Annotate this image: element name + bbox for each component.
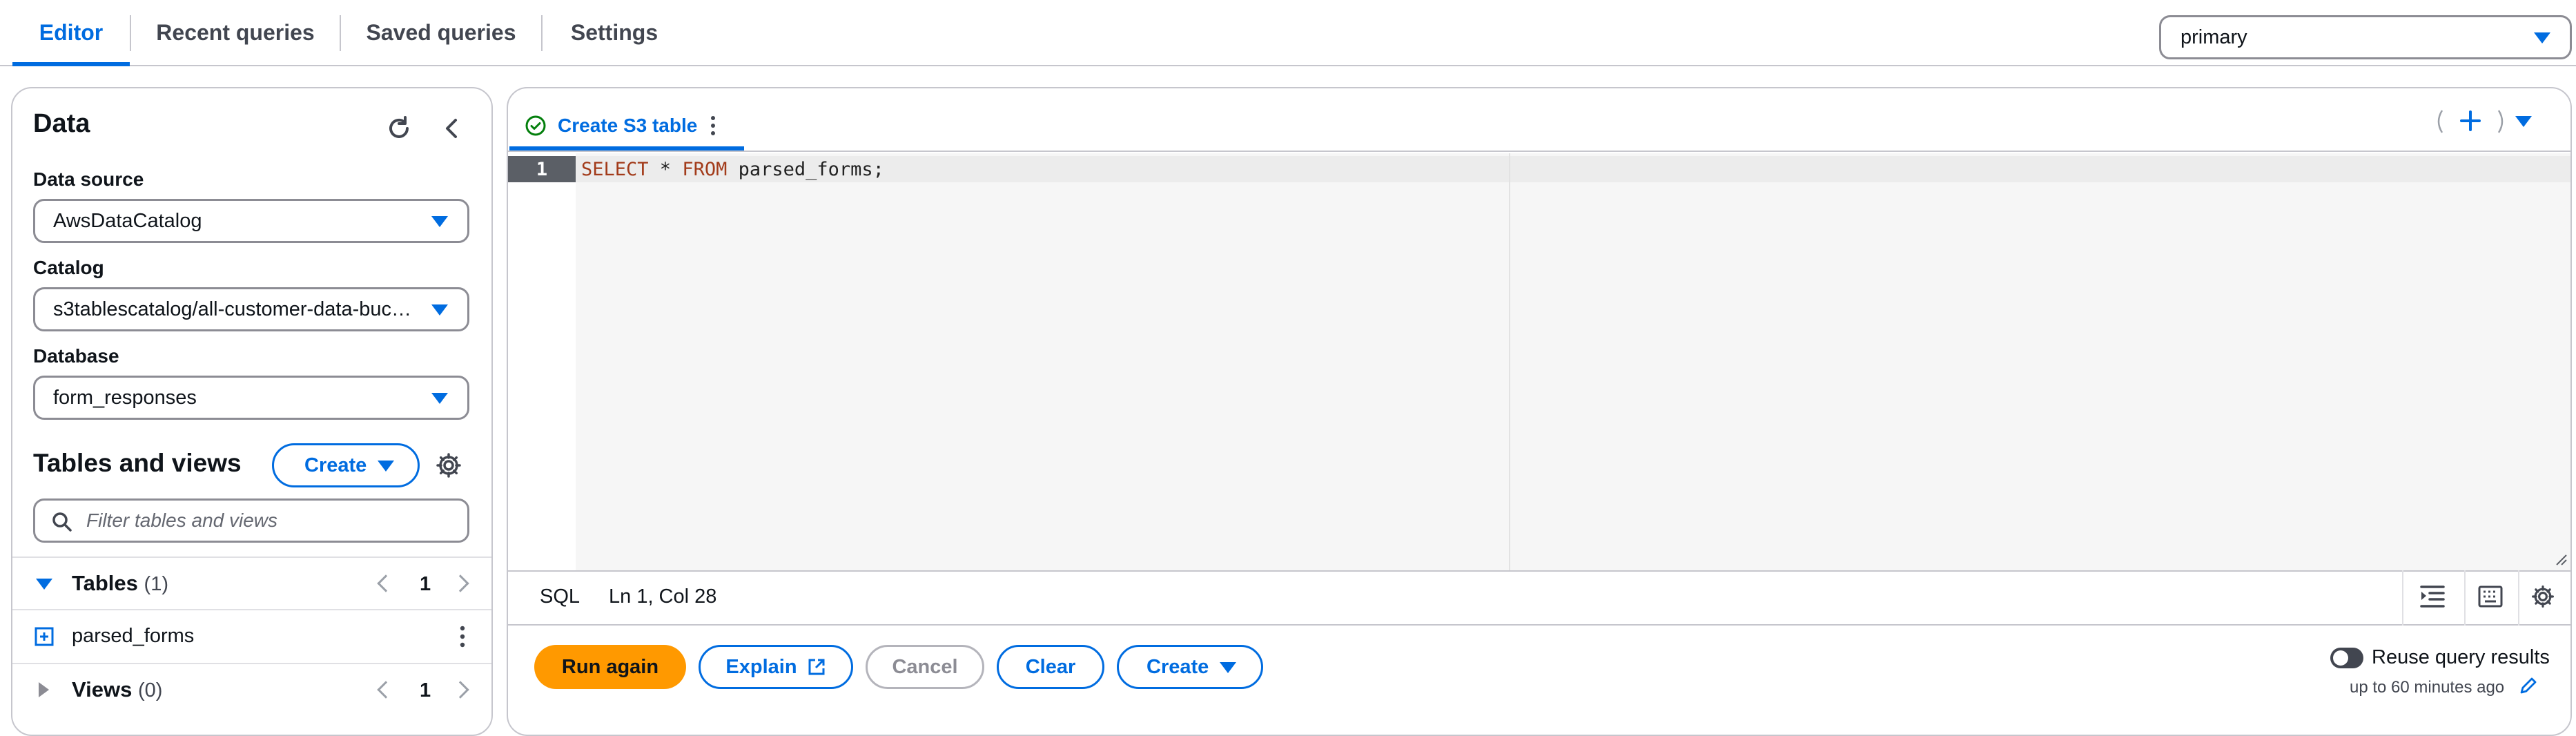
clear-label: Clear <box>1025 655 1076 678</box>
tab-recent-queries-label: Recent queries <box>156 19 315 45</box>
sql-token: parsed_forms; <box>727 158 884 180</box>
chevron-right-icon[interactable] <box>451 681 469 699</box>
query-tab[interactable]: Create S3 table <box>525 104 716 148</box>
cancel-button[interactable]: Cancel <box>866 645 984 689</box>
filter-placeholder: Filter tables and views <box>86 510 278 531</box>
data-panel-title: Data <box>33 109 90 138</box>
code-line[interactable]: SELECT * FROM parsed_forms; <box>581 156 884 182</box>
chevron-right-icon[interactable] <box>451 574 469 592</box>
code-editor[interactable] <box>508 153 2570 570</box>
print-margin <box>1509 153 1510 570</box>
status-separator <box>2518 570 2519 626</box>
sql-token: * <box>648 158 683 180</box>
tables-count: (1) <box>144 573 168 595</box>
keyboard-icon[interactable] <box>2478 585 2503 608</box>
create-table-button[interactable]: Create <box>272 443 420 487</box>
tables-section-label: Tables (1) <box>72 571 168 596</box>
caret-down-icon <box>431 304 448 316</box>
workgroup-select[interactable]: primary <box>2159 15 2572 59</box>
catalog-select[interactable]: s3tablescatalog/all-customer-data-buc… <box>33 287 469 331</box>
line-gutter <box>508 153 576 570</box>
explain-button[interactable]: Explain <box>699 645 853 689</box>
caret-down-icon <box>431 216 448 227</box>
chevron-left-icon[interactable] <box>377 574 395 592</box>
external-link-icon <box>808 659 825 675</box>
scroll-left-icon[interactable] <box>2432 108 2446 135</box>
chevron-left-icon[interactable] <box>377 681 395 699</box>
catalog-value: s3tablescatalog/all-customer-data-buc… <box>53 298 412 320</box>
tab-editor[interactable]: Editor <box>12 0 130 66</box>
tables-page-number: 1 <box>420 573 431 595</box>
expand-plus-icon[interactable] <box>35 627 54 646</box>
tab-editor-label: Editor <box>39 19 104 45</box>
cancel-label: Cancel <box>892 655 958 678</box>
sql-keyword: SELECT <box>581 158 649 180</box>
search-icon <box>52 512 72 532</box>
caret-down-icon <box>378 461 394 472</box>
explain-label: Explain <box>725 655 797 678</box>
query-tab-menu-icon[interactable] <box>710 115 716 137</box>
database-label: Database <box>33 345 119 367</box>
add-query-tab-icon[interactable] <box>2459 109 2482 133</box>
query-tab-label: Create S3 table <box>558 115 698 136</box>
create-button[interactable]: Create <box>1117 645 1263 689</box>
views-label: Views <box>72 677 133 701</box>
run-again-button[interactable]: Run again <box>534 645 686 689</box>
expand-caret-icon <box>39 682 49 697</box>
refresh-icon[interactable] <box>384 113 414 144</box>
database-select[interactable]: form_responses <box>33 376 469 420</box>
catalog-label: Catalog <box>33 257 104 278</box>
clear-button[interactable]: Clear <box>997 645 1104 689</box>
views-count: (0) <box>137 679 163 701</box>
data-source-select[interactable]: AwsDataCatalog <box>33 199 469 243</box>
data-source-value: AwsDataCatalog <box>53 209 202 232</box>
caret-down-icon <box>2534 32 2550 43</box>
editor-settings-gear-icon[interactable] <box>2530 584 2555 609</box>
caret-down-icon <box>431 393 448 404</box>
reuse-results-label: Reuse query results <box>2372 646 2550 668</box>
tab-saved-queries-label: Saved queries <box>366 19 516 45</box>
collapse-panel-icon[interactable] <box>439 115 464 142</box>
success-check-icon <box>525 115 546 136</box>
editor-language: SQL <box>540 585 580 608</box>
reuse-results-window: up to 60 minutes ago <box>2350 678 2505 697</box>
table-row[interactable]: parsed_forms <box>12 610 491 661</box>
tables-and-views-title: Tables and views <box>33 449 242 477</box>
query-tab-bar-border <box>508 151 2570 152</box>
caret-down-icon <box>1220 662 1236 673</box>
tab-settings-label: Settings <box>570 19 658 45</box>
database-value: form_responses <box>53 386 197 409</box>
status-separator <box>2402 570 2403 626</box>
tables-label: Tables <box>72 571 138 595</box>
editor-status-bar <box>508 570 2570 626</box>
create-table-button-label: Create <box>304 454 367 476</box>
resize-handle-icon[interactable] <box>2554 552 2568 566</box>
workgroup-value: primary <box>2180 26 2247 48</box>
views-section-header[interactable]: Views (0) 1 <box>12 664 491 715</box>
scroll-right-icon[interactable] <box>2495 108 2508 135</box>
cursor-position: Ln 1, Col 28 <box>609 585 717 608</box>
tab-recent-queries[interactable]: Recent queries <box>131 0 340 65</box>
run-again-label: Run again <box>561 655 659 678</box>
reuse-results-toggle[interactable] <box>2330 648 2363 668</box>
table-name: parsed_forms <box>72 624 195 647</box>
data-source-label: Data source <box>33 168 144 190</box>
more-actions-icon[interactable] <box>458 624 467 649</box>
tab-settings[interactable]: Settings <box>543 0 686 65</box>
filter-tables-input[interactable]: Filter tables and views <box>33 498 469 543</box>
views-page-number: 1 <box>420 679 431 701</box>
views-section-label: Views (0) <box>72 677 162 702</box>
tables-section-header[interactable]: Tables (1) 1 <box>12 558 491 609</box>
sql-keyword: FROM <box>682 158 728 180</box>
line-number: 1 <box>508 156 576 182</box>
create-label: Create <box>1146 655 1209 678</box>
expand-caret-icon <box>36 579 52 590</box>
gear-icon[interactable] <box>435 452 462 479</box>
edit-pencil-icon[interactable] <box>2518 675 2539 696</box>
tabs-dropdown-caret-icon[interactable] <box>2515 116 2532 127</box>
status-separator <box>2464 570 2466 626</box>
format-query-icon[interactable] <box>2419 584 2446 609</box>
tab-saved-queries[interactable]: Saved queries <box>341 0 541 65</box>
